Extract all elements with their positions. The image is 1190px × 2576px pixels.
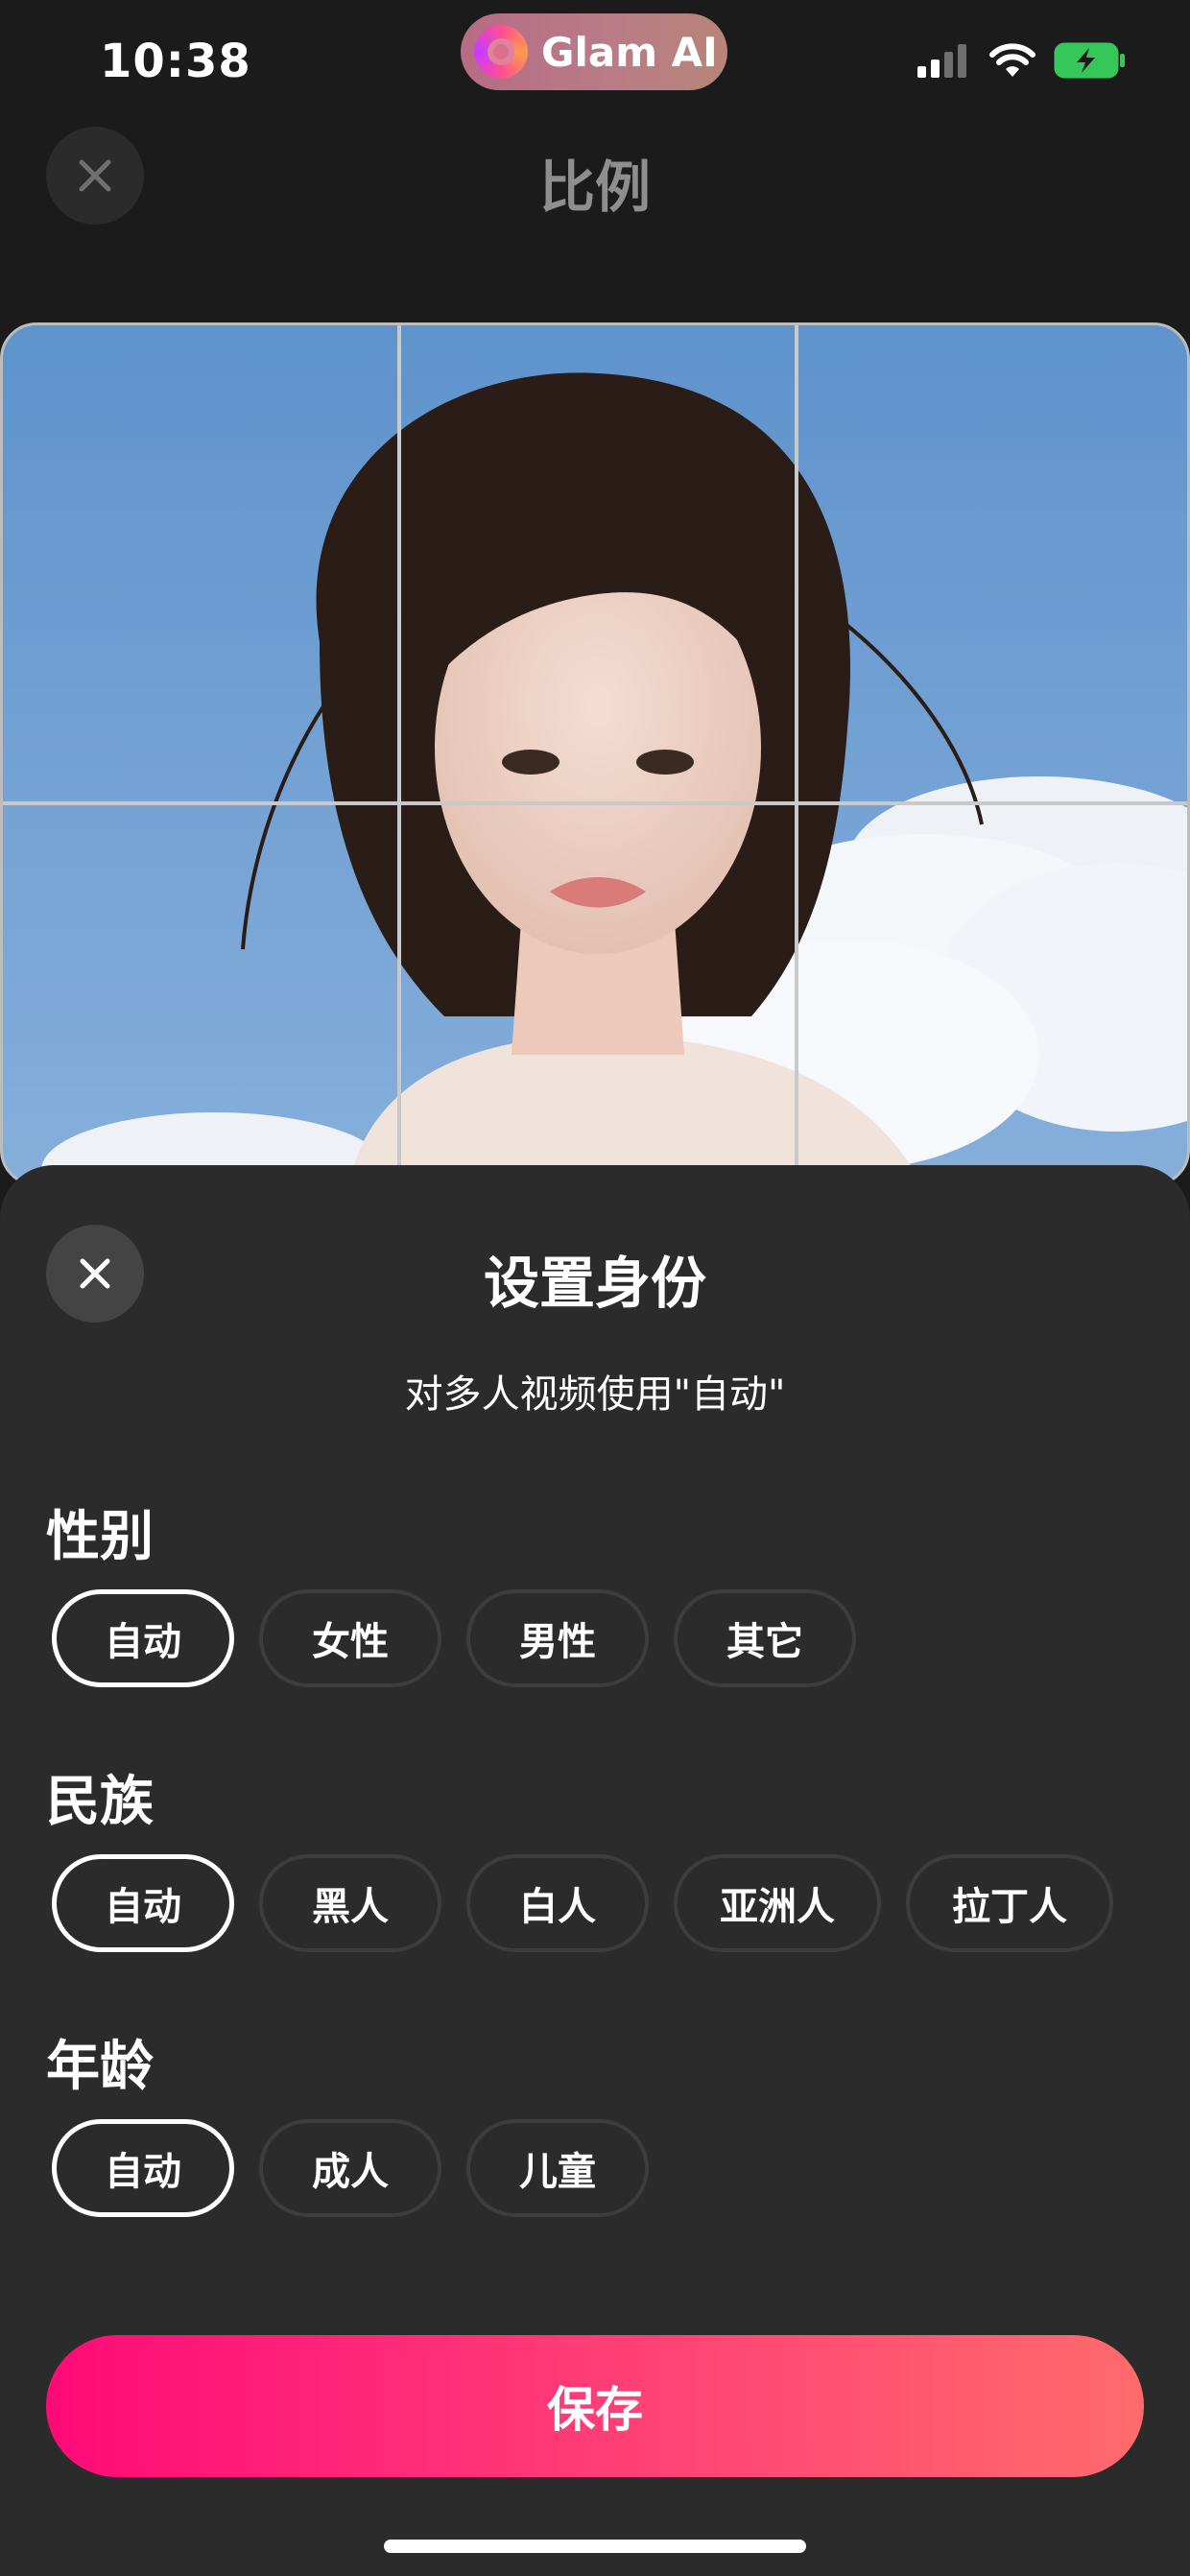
age-option-auto[interactable]: 自动 [52,2119,234,2217]
screen: 10:38 Glam AI 比例 设置身份 对多人视频使用"自动" 性别 自动 … [0,0,1190,2576]
ethnicity-option-auto[interactable]: 自动 [52,1854,234,1952]
ethnicity-label: 民族 [46,1771,154,1833]
ethnicity-options: 自动 黑人 白人 亚洲人 拉丁人 [52,1854,1113,1952]
age-label: 年龄 [46,2036,154,2098]
status-time: 10:38 [100,35,251,88]
app-name: Glam AI [541,28,718,76]
sheet-subtitle: 对多人视频使用"自动" [404,1372,786,1417]
age-option-child[interactable]: 儿童 [466,2119,649,2217]
ethnicity-option-asian[interactable]: 亚洲人 [674,1854,881,1952]
gender-option-auto[interactable]: 自动 [52,1589,234,1687]
wifi-icon [989,43,1035,77]
glam-ai-logo-icon [474,25,528,79]
portrait-photo [3,325,1187,1183]
ethnicity-option-black[interactable]: 黑人 [259,1854,441,1952]
gender-label: 性别 [46,1506,154,1568]
ethnicity-option-latino[interactable]: 拉丁人 [906,1854,1113,1952]
gender-option-male[interactable]: 男性 [466,1589,649,1687]
save-button[interactable]: 保存 [46,2335,1144,2477]
age-options: 自动 成人 儿童 [52,2119,649,2217]
age-option-adult[interactable]: 成人 [259,2119,441,2217]
photo-crop-preview[interactable] [0,322,1190,1186]
sheet-title: 设置身份 [483,1251,706,1316]
cellular-signal-icon [917,44,966,78]
gender-option-female[interactable]: 女性 [259,1589,441,1687]
ethnicity-option-white[interactable]: 白人 [466,1854,649,1952]
battery-charging-icon [1054,42,1125,79]
dynamic-island-app-indicator[interactable]: Glam AI [461,13,727,90]
status-icons [917,42,1127,79]
gender-options: 自动 女性 男性 其它 [52,1589,856,1687]
page-title: 比例 [538,155,651,220]
identity-settings-sheet: 设置身份 对多人视频使用"自动" 性别 自动 女性 男性 其它 民族 自动 黑人… [0,1165,1190,2576]
home-indicator[interactable] [384,2540,806,2553]
gender-option-other[interactable]: 其它 [674,1589,856,1687]
